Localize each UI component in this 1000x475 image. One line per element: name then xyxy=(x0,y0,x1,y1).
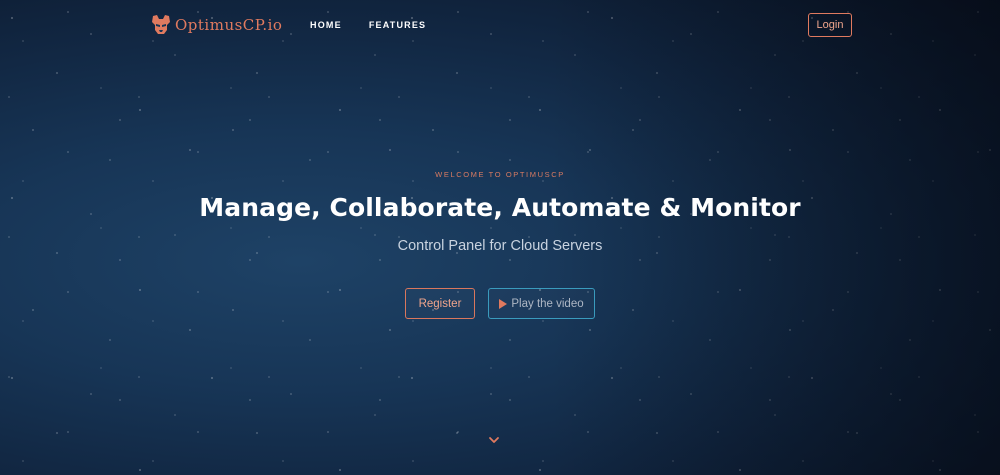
main-nav: HOME FEATURES xyxy=(310,20,426,30)
login-button[interactable]: Login xyxy=(808,13,852,37)
chevron-down-icon[interactable] xyxy=(488,432,500,443)
play-video-button[interactable]: Play the video xyxy=(488,288,595,319)
hero-headline: Manage, Collaborate, Automate & Monitor xyxy=(199,193,801,222)
transformer-mask-icon xyxy=(151,14,171,36)
hero-eyebrow: WELCOME TO OPTIMUSCP xyxy=(435,170,565,179)
site-header: OptimusCP.io HOME FEATURES Login xyxy=(0,0,1000,52)
play-video-label: Play the video xyxy=(511,297,584,310)
brand-name: OptimusCP.io xyxy=(175,16,283,34)
hero-subheadline: Control Panel for Cloud Servers xyxy=(397,238,603,254)
nav-item-features[interactable]: FEATURES xyxy=(369,20,426,30)
register-button[interactable]: Register xyxy=(405,288,475,319)
play-icon xyxy=(499,298,508,309)
brand-logo-link[interactable]: OptimusCP.io xyxy=(151,14,282,36)
nav-item-home[interactable]: HOME xyxy=(310,20,342,30)
